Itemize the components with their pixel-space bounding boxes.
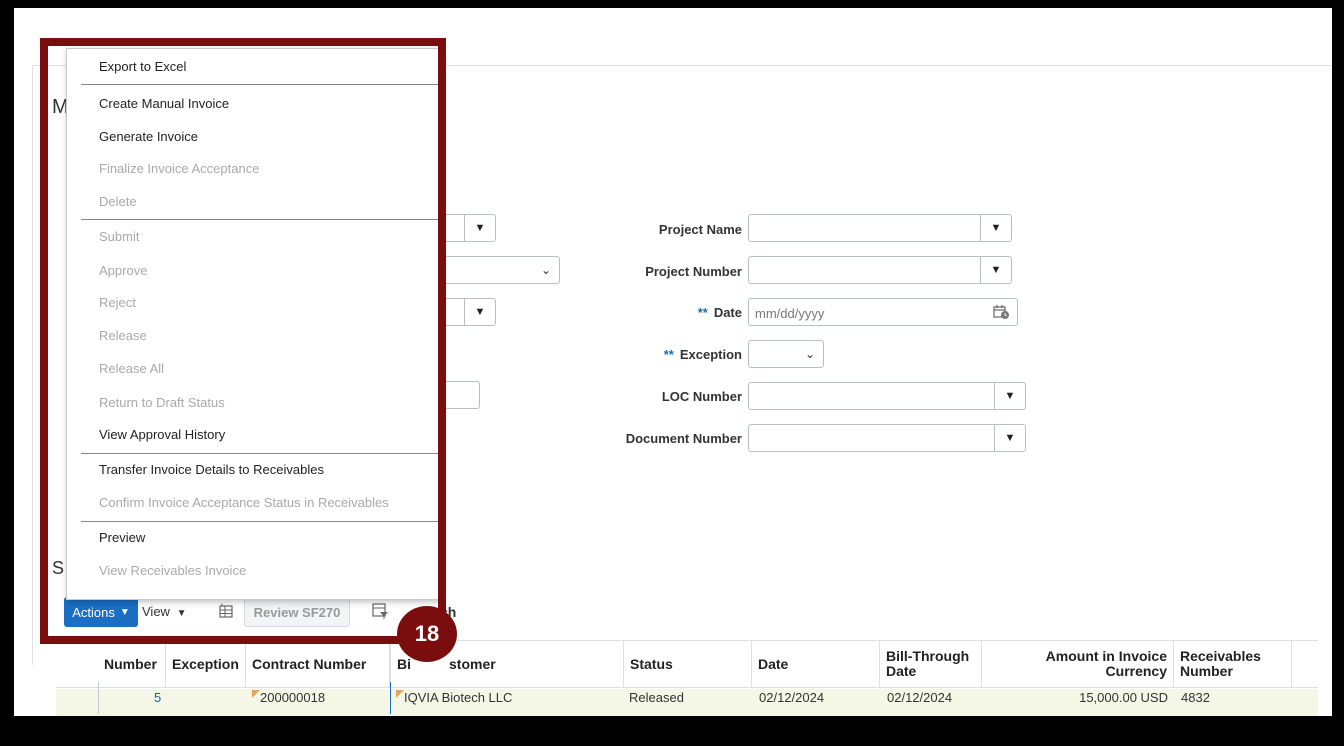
date-label-text: Date bbox=[713, 305, 742, 320]
required-marker: ** bbox=[697, 305, 708, 320]
row-date: 02/12/2024 bbox=[759, 690, 825, 705]
column-header-receivables-number[interactable]: Receivables Number bbox=[1174, 640, 1292, 688]
row-focus-divider bbox=[390, 682, 391, 714]
column-header-amount[interactable]: Amount in Invoice Currency bbox=[982, 640, 1174, 688]
document-number-label: Document Number bbox=[625, 431, 742, 446]
exception-select[interactable]: ⌄ bbox=[748, 340, 824, 368]
project-name-input[interactable]: ▼ bbox=[748, 214, 1012, 242]
column-header-contract-number[interactable]: Contract Number bbox=[246, 640, 390, 688]
row-bill-to-customer-text: IQVIA Biotech LLC bbox=[404, 690, 513, 705]
highlight-box bbox=[40, 38, 446, 644]
required-marker: ** bbox=[663, 347, 674, 362]
project-number-input[interactable]: ▼ bbox=[748, 256, 1012, 284]
project-name-label: Project Name bbox=[658, 222, 742, 237]
bill-to-customer-header-a: Bi bbox=[397, 655, 411, 672]
edit-flag-icon bbox=[396, 690, 404, 698]
row-divider bbox=[98, 682, 99, 714]
bill-to-customer-header-b: stomer bbox=[449, 655, 496, 672]
calendar-icon[interactable] bbox=[993, 304, 1010, 320]
date-label: ** Date bbox=[584, 305, 742, 320]
content-border bbox=[32, 65, 33, 665]
app-window: M S ld ▼ ⌄ ▼ Project Name ▼ Project Numb… bbox=[14, 8, 1332, 716]
column-header-number[interactable]: Number bbox=[98, 640, 166, 688]
column-header-status[interactable]: Status bbox=[624, 640, 752, 688]
row-bill-through-date: 02/12/2024 bbox=[887, 690, 953, 705]
date-placeholder: mm/dd/yyyy bbox=[755, 306, 825, 321]
project-number-label: Project Number bbox=[645, 264, 742, 279]
row-contract-number[interactable]: 200000018 bbox=[252, 690, 325, 705]
document-number-input[interactable]: ▼ bbox=[748, 424, 1026, 452]
exception-label-text: Exception bbox=[679, 347, 742, 362]
row-contract-number-text: 200000018 bbox=[260, 690, 326, 705]
row-number[interactable]: 5 bbox=[154, 690, 161, 705]
chevron-down-icon: ⌄ bbox=[540, 263, 551, 277]
column-header-exception[interactable]: Exception bbox=[166, 640, 246, 688]
step-callout-badge: 18 bbox=[397, 606, 457, 662]
chevron-down-icon: ⌄ bbox=[804, 347, 815, 361]
loc-number-input[interactable]: ▼ bbox=[748, 382, 1026, 410]
row-amount: 15,000.00 USD bbox=[1079, 690, 1168, 705]
chevron-down-icon[interactable]: ▼ bbox=[980, 215, 1011, 241]
chevron-down-icon[interactable]: ▼ bbox=[464, 299, 495, 325]
row-bill-to-customer[interactable]: IQVIA Biotech LLC bbox=[396, 690, 512, 705]
chevron-down-icon[interactable]: ▼ bbox=[464, 215, 495, 241]
chevron-down-icon[interactable]: ▼ bbox=[980, 257, 1011, 283]
column-header-bill-through-date[interactable]: Bill-Through Date bbox=[880, 640, 982, 688]
exception-label: ** Exception bbox=[584, 347, 742, 362]
row-receivables-number: 4832 bbox=[1181, 690, 1210, 705]
loc-number-label: LOC Number bbox=[661, 389, 742, 404]
date-input[interactable]: mm/dd/yyyy bbox=[748, 298, 1018, 326]
chevron-down-icon[interactable]: ▼ bbox=[994, 383, 1025, 409]
edit-flag-icon bbox=[252, 690, 260, 698]
row-status: Released bbox=[629, 690, 684, 705]
column-header-date[interactable]: Date bbox=[752, 640, 880, 688]
chevron-down-icon[interactable]: ▼ bbox=[994, 425, 1025, 451]
